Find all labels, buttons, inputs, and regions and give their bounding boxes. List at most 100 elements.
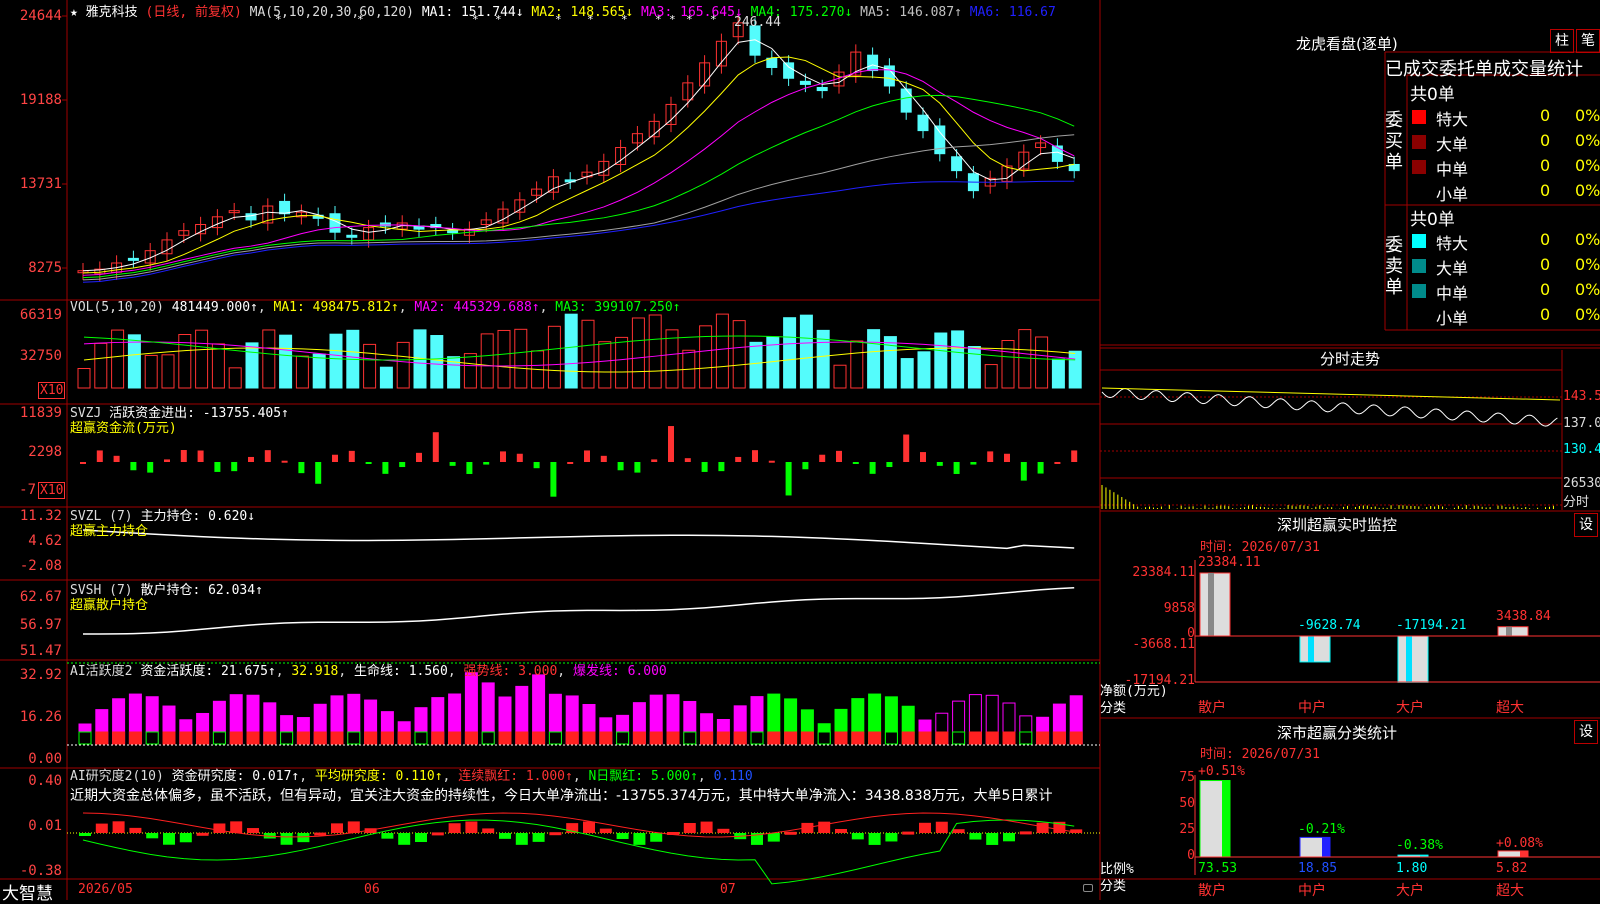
- classify-value-label: 1.80: [1396, 861, 1427, 876]
- volume-bar: [632, 318, 644, 388]
- base-bar: [936, 732, 948, 744]
- candle-down: [347, 235, 357, 237]
- order-size-swatch: [1412, 110, 1426, 124]
- base-bar: [197, 732, 209, 744]
- base-bar: [969, 732, 981, 744]
- classify-category-label: 散户: [1198, 880, 1226, 900]
- fund-flow-bar: [416, 453, 422, 462]
- volume-bar: [750, 342, 762, 388]
- base-bar: [583, 732, 595, 744]
- svzj-axis-label: 11839: [0, 405, 62, 421]
- brand-logo[interactable]: 大智慧: [2, 879, 53, 904]
- base-bar: [801, 732, 813, 744]
- ai-research-axis-label: 0.40: [0, 773, 62, 789]
- monitor-category-label: 超大: [1496, 697, 1524, 717]
- price-axis-label: 13731: [0, 176, 62, 192]
- volume-bar: [380, 367, 392, 388]
- classify-axis-label: 75: [1150, 770, 1195, 785]
- base-bar: [549, 732, 561, 744]
- bar-mode-button[interactable]: 柱: [1550, 29, 1574, 53]
- research-bar: [986, 833, 998, 845]
- research-bar: [281, 833, 293, 845]
- vol-header: VOL(5,10,20) 481449.000↑, MA1: 498475.81…: [70, 300, 681, 315]
- ai-active-label: AI活跃度2: [70, 664, 132, 679]
- volume-bar: [599, 342, 611, 388]
- order-percent: 0%: [1575, 255, 1600, 274]
- favorite-star-icon[interactable]: ★: [70, 5, 78, 20]
- fund-flow-bar: [786, 462, 792, 495]
- classify-category-label: 超大: [1496, 880, 1524, 900]
- order-count: 0: [1540, 230, 1550, 249]
- classify-change-label: -0.21%: [1298, 822, 1345, 837]
- research-bar: [499, 833, 511, 839]
- lock-icon[interactable]: [1083, 884, 1093, 892]
- monitor-bar-shade: [1506, 627, 1512, 636]
- base-bar: [432, 732, 444, 744]
- base-bar: [348, 732, 360, 744]
- ai-active-axis-label: 16.26: [0, 709, 62, 725]
- volume-bar: [935, 333, 947, 388]
- base-bar: [365, 732, 377, 744]
- candle-down: [784, 63, 794, 78]
- classify-bar-shade: [1322, 837, 1330, 857]
- research-bar: [969, 833, 981, 840]
- svzl-axis-label: 4.62: [0, 533, 62, 549]
- tick-mode-button[interactable]: 笔: [1576, 29, 1600, 53]
- candle-down: [800, 81, 810, 84]
- volume-bar: [565, 314, 577, 388]
- base-bar: [734, 732, 746, 744]
- fund-flow-bar: [214, 462, 220, 472]
- base-bar: [1003, 732, 1015, 744]
- ma-label: MA(5,10,20,30,60,120): [250, 5, 414, 20]
- fund-flow-bar: [802, 462, 808, 469]
- intraday-axis-label: 分时: [1563, 491, 1589, 510]
- order-percent: 0%: [1575, 181, 1600, 200]
- ai-research-v1: 资金研究度: 0.017↑: [172, 769, 300, 784]
- lhb-tabs[interactable]: 已成交委托单成交量统计: [1385, 55, 1583, 81]
- order-size-label: 大单: [1436, 255, 1468, 279]
- monitor-category-label: 中户: [1298, 697, 1326, 717]
- monitor-bar: [1498, 627, 1528, 636]
- base-bar: [701, 732, 713, 744]
- base-bar: [213, 732, 225, 744]
- volume-bar: [800, 315, 812, 388]
- chart-mode[interactable]: (日线, 前复权): [146, 5, 242, 20]
- research-bar: [1003, 833, 1015, 841]
- monitor-bar: [1200, 573, 1230, 636]
- base-bar: [247, 732, 259, 744]
- monitor-value-label: -17194.21: [1396, 618, 1466, 633]
- base-bar: [180, 732, 192, 744]
- intraday-axis-label: 26530: [1563, 476, 1600, 491]
- stock-name: 雅克科技: [86, 5, 138, 20]
- ma1-value: MA1: 151.744↓: [422, 5, 524, 20]
- fund-flow-bar: [248, 457, 254, 462]
- fund-flow-bar: [466, 462, 472, 474]
- volume-bar: [548, 326, 560, 388]
- monitor-bar: [1300, 636, 1330, 662]
- volume-bar: [700, 326, 712, 388]
- volume-bar: [78, 369, 90, 389]
- candle-down: [817, 87, 827, 90]
- research-bar: [79, 833, 91, 836]
- fund-flow-bar: [718, 462, 724, 471]
- base-bar: [986, 732, 998, 744]
- base-bar: [633, 732, 645, 744]
- ai-active-axis-label: 32.92: [0, 667, 62, 683]
- base-bar: [600, 732, 612, 744]
- volume-bar: [464, 354, 476, 388]
- classify-settings-button[interactable]: 设: [1574, 720, 1598, 744]
- fund-flow-bar: [769, 461, 775, 463]
- base-bar: [885, 732, 897, 744]
- volume-bar: [196, 330, 208, 388]
- classify-axis-label: 25: [1150, 822, 1195, 837]
- fund-flow-bar: [567, 462, 573, 464]
- base-bar: [281, 732, 293, 744]
- fund-flow-bar: [265, 450, 271, 462]
- order-size-swatch: [1412, 160, 1426, 174]
- monitor-settings-button[interactable]: 设: [1574, 513, 1598, 537]
- base-bar: [381, 732, 393, 744]
- moving-average-line: [83, 135, 1074, 280]
- order-size-label: 大单: [1436, 131, 1468, 155]
- base-bar: [852, 732, 864, 744]
- fund-flow-bar: [198, 451, 204, 462]
